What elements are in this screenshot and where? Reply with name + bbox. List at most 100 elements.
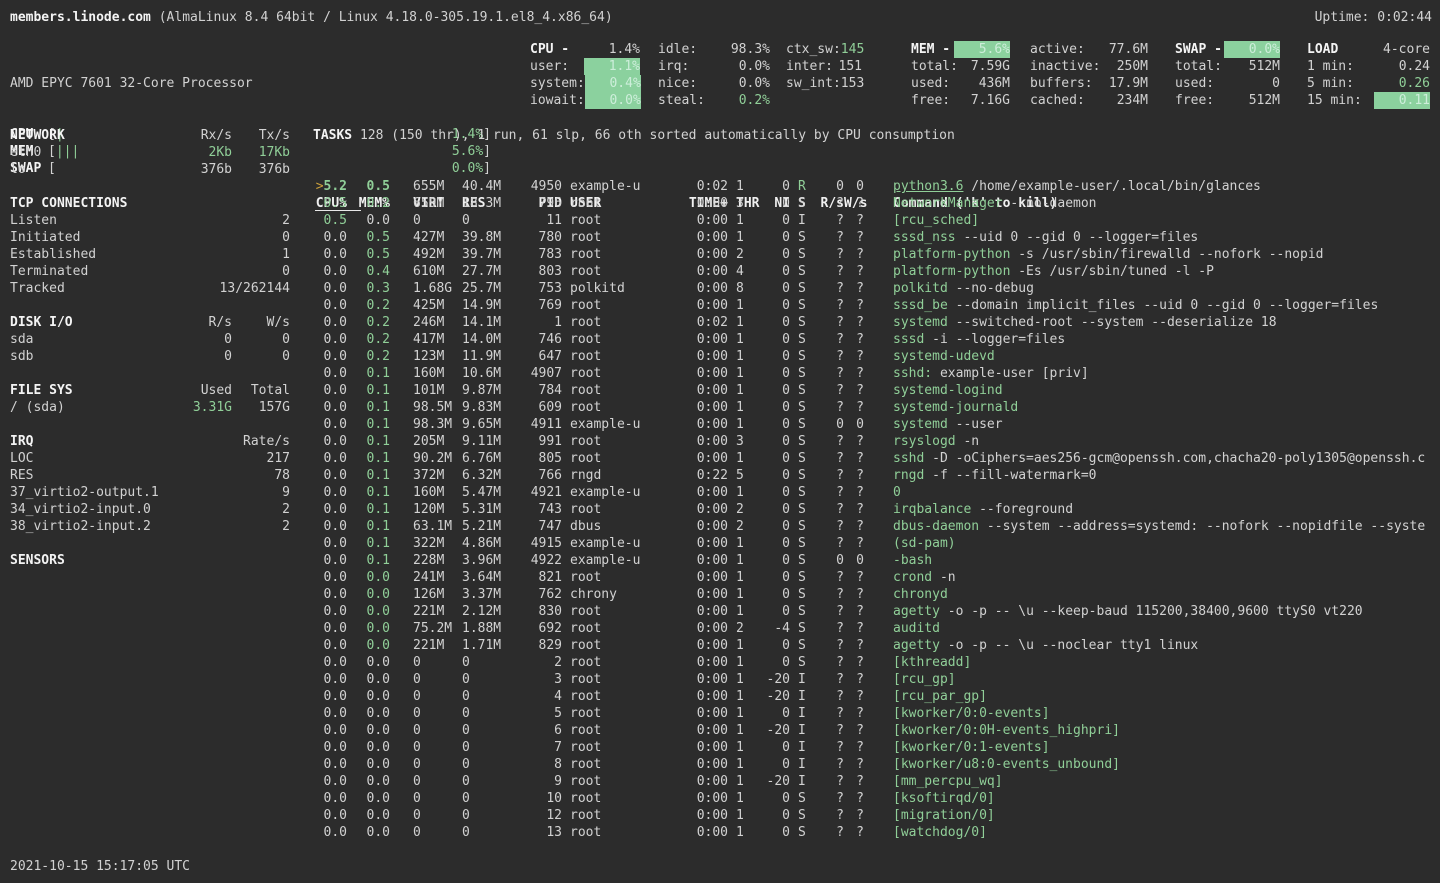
command-name: platform-python — [893, 247, 1010, 262]
cell-ws: ? — [844, 331, 864, 348]
section-header: NETWORKRx/sTx/s — [10, 127, 290, 144]
cell-cpu: 0.0 — [313, 807, 347, 824]
cell-rs: ? — [820, 212, 844, 229]
cell-virt: 610M — [413, 263, 462, 280]
command-name: [kworker/0:0-events] — [893, 706, 1050, 721]
process-row[interactable]: 0.00.5492M39.7M783root0:0020S??platform-… — [313, 246, 1440, 263]
process-row[interactable]: 0.00.0221M2.12M830root0:0010S??agetty -o… — [313, 603, 1440, 620]
process-row[interactable]: 0.00.1228M3.96M4922example-u0:0010S00-ba… — [313, 552, 1440, 569]
cell-ws: 0 — [844, 416, 864, 433]
cell-ws: ? — [844, 263, 864, 280]
process-row[interactable]: 0.00.00010root0:0010S??[ksoftirqd/0] — [313, 790, 1440, 807]
process-row[interactable]: 0.00.1120M5.31M743root0:0020S??irqbalanc… — [313, 501, 1440, 518]
cell-res: 1.88M — [462, 620, 512, 637]
process-row[interactable]: 0.00.0006root0:001-20I??[kworker/0:0H-ev… — [313, 722, 1440, 739]
process-row[interactable]: 0.50.2659M18.3M796root0:0030S??NetworkMa… — [313, 195, 1440, 212]
uptime: Uptime: 0:02:44 — [1315, 9, 1432, 26]
stat-label: used: — [1175, 75, 1214, 92]
cell-rs: ? — [820, 620, 844, 637]
cell-rs: ? — [820, 246, 844, 263]
process-row[interactable]: 0.00.1372M6.32M766rngd0:2250S??rngd -f -… — [313, 467, 1440, 484]
process-row[interactable]: 0.00.075.2M1.88M692root0:002-4S??auditd — [313, 620, 1440, 637]
cell-thr: 1 — [736, 722, 760, 739]
cell-ws: ? — [844, 348, 864, 365]
cell-cpu: 0.0 — [313, 773, 347, 790]
process-row[interactable]: 0.00.190.2M6.76M805root0:0010S??sshd -D … — [313, 450, 1440, 467]
cell-pid: 753 — [512, 280, 562, 297]
stat-value: 0.0% — [739, 58, 770, 75]
process-row[interactable]: 0.00.0241M3.64M821root0:0010S??crond -n — [313, 569, 1440, 586]
process-row[interactable]: 0.00.0126M3.37M762chrony0:0010S??chronyd — [313, 586, 1440, 603]
command-name: -bash — [893, 553, 932, 568]
cell-rs: ? — [820, 365, 844, 382]
process-row[interactable]: 0.00.0004root0:001-20I??[rcu_par_gp] — [313, 688, 1440, 705]
glances-terminal: members.linode.com (AlmaLinux 8.4 64bit … — [0, 0, 1440, 883]
process-row[interactable]: 0.00.1205M9.11M991root0:0030S??rsyslogd … — [313, 433, 1440, 450]
command-name: sssd — [893, 332, 924, 347]
cell-rs: ? — [820, 518, 844, 535]
stat-label: inactive: — [1030, 58, 1100, 75]
stat-label: 1 min: — [1307, 58, 1354, 75]
cell-ni: 0 — [760, 297, 790, 314]
stat-row: inter:151 — [786, 58, 862, 75]
cell-pid: 8 — [512, 756, 562, 773]
cell-cpu: 0.5 — [313, 212, 347, 229]
cell-thr: 1 — [736, 348, 760, 365]
process-row[interactable]: 0.00.0002root0:0010S??[kthreadd] — [313, 654, 1440, 671]
process-row[interactable]: 0.00.5427M39.8M780root0:0010S??sssd_nss … — [313, 229, 1440, 246]
process-row[interactable]: 0.00.0003root0:001-20I??[rcu_gp] — [313, 671, 1440, 688]
process-row[interactable]: 0.00.163.1M5.21M747dbus0:0020S??dbus-dae… — [313, 518, 1440, 535]
command-args: -o -p -- \u --noclear tty1 linux — [948, 638, 1198, 653]
cell-time: 0:00 — [648, 552, 728, 569]
section-header: TCP CONNECTIONS — [10, 195, 290, 212]
cell-mem: 0.0 — [347, 688, 390, 705]
cell-mem: 0.0 — [347, 637, 390, 654]
process-row[interactable]: 0.00.2417M14.0M746root0:0010S??sssd -i -… — [313, 331, 1440, 348]
process-row[interactable]: 0.00.198.5M9.83M609root0:0010S??systemd-… — [313, 399, 1440, 416]
cell-ws: ? — [844, 637, 864, 654]
mem-stats-col2: active:77.6Minactive:250Mbuffers:17.9Mca… — [1030, 41, 1148, 109]
cell-command: auditd — [893, 620, 1440, 637]
cell-user: root — [570, 671, 648, 688]
command-name: sssd_nss — [893, 230, 956, 245]
cell-state: S — [798, 399, 812, 416]
process-row[interactable]: 0.00.4610M27.7M803root0:0040S??platform-… — [313, 263, 1440, 280]
process-row[interactable]: 0.00.00013root0:0010S??[watchdog/0] — [313, 824, 1440, 841]
hostname: members.linode.com — [10, 10, 151, 25]
cell-state: I — [798, 688, 812, 705]
cell-res: 27.7M — [462, 263, 512, 280]
process-row[interactable]: 0.00.1322M4.86M4915example-u0:0010S??(sd… — [313, 535, 1440, 552]
process-row[interactable]: 0.00.1101M9.87M784root0:0010S??systemd-l… — [313, 382, 1440, 399]
cell-virt: 425M — [413, 297, 462, 314]
process-row[interactable]: 0.00.2123M11.9M647root0:0010S??systemd-u… — [313, 348, 1440, 365]
process-row[interactable]: 0.50.00011root0:0010I??[rcu_sched] — [313, 212, 1440, 229]
process-row[interactable]: 0.00.1160M5.47M4921example-u0:0010S??0 — [313, 484, 1440, 501]
process-row[interactable]: 0.00.31.68G25.7M753polkitd0:0080S??polki… — [313, 280, 1440, 297]
cell-ws: ? — [844, 212, 864, 229]
cell-command: (sd-pam) — [893, 535, 1440, 552]
cell-user: root — [570, 314, 648, 331]
process-row[interactable]: 0.00.198.3M9.65M4911example-u0:0010S00sy… — [313, 416, 1440, 433]
process-row[interactable]: 0.00.0221M1.71M829root0:0010S??agetty -o… — [313, 637, 1440, 654]
process-row[interactable]: 0.00.0007root0:0010I??[kworker/0:1-event… — [313, 739, 1440, 756]
cell-mem: 0.0 — [347, 671, 390, 688]
process-row[interactable]: 0.00.0005root0:0010I??[kworker/0:0-event… — [313, 705, 1440, 722]
command-name: [migration/0] — [893, 808, 995, 823]
cell-time: 0:00 — [648, 586, 728, 603]
section-header: SENSORS — [10, 552, 290, 569]
process-row[interactable]: 0.00.0008root0:0010I??[kworker/u8:0-even… — [313, 756, 1440, 773]
cell-ni: 0 — [760, 569, 790, 586]
cell-state: R — [798, 178, 812, 195]
cell-state: I — [798, 773, 812, 790]
cell-ws: ? — [844, 756, 864, 773]
section-row: Established1 — [10, 246, 290, 263]
process-row[interactable]: 0.00.1160M10.6M4907root0:0010S??sshd: ex… — [313, 365, 1440, 382]
cell-user: root — [570, 637, 648, 654]
process-row[interactable]: 0.00.2425M14.9M769root0:0010S??sssd_be -… — [313, 297, 1440, 314]
process-row[interactable]: 0.00.0009root0:001-20I??[mm_percpu_wq] — [313, 773, 1440, 790]
cell-cpu: 0.0 — [313, 382, 347, 399]
process-row[interactable]: >5.20.5655M40.4M4950example-u0:0210R00py… — [313, 178, 1440, 195]
process-row[interactable]: 0.00.00012root0:0010S??[migration/0] — [313, 807, 1440, 824]
stat-row: total:512M — [1175, 58, 1280, 75]
process-row[interactable]: 0.00.2246M14.1M1root0:0210S??systemd --s… — [313, 314, 1440, 331]
